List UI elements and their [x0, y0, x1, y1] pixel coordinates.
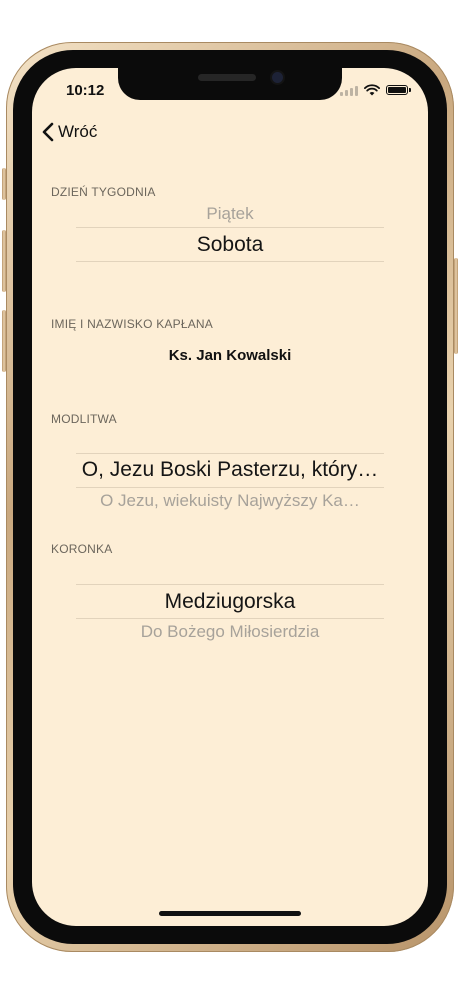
prayer-option-selected[interactable]: O, Jezu Boski Pasterzu, który… — [76, 458, 384, 482]
picker-divider — [76, 487, 384, 488]
chaplet-option-below[interactable]: Do Bożego Miłosierdzia — [76, 622, 384, 642]
day-option-above[interactable]: Piątek — [76, 204, 384, 224]
status-icons — [340, 84, 411, 96]
prayer-picker[interactable]: O, Jezu Boski Pasterzu, który… O Jezu, w… — [76, 453, 384, 513]
priest-name-label: IMIĘ I NAZWISKO KAPŁANA — [51, 317, 213, 331]
status-time: 10:12 — [66, 82, 105, 99]
day-of-week-label: DZIEŃ TYGODNIA — [51, 185, 156, 199]
volume-down-button — [2, 310, 6, 372]
speaker-grille — [198, 74, 256, 81]
chaplet-label: KORONKA — [51, 542, 113, 556]
picker-divider — [76, 618, 384, 619]
chaplet-picker[interactable]: Medziugorska Do Bożego Miłosierdzia — [76, 584, 384, 644]
battery-icon — [386, 85, 411, 95]
notch — [118, 68, 342, 100]
app-screen: 10:12 Wróć DZIEŃ TYGODNIA Piątek Sobota … — [32, 68, 428, 926]
front-camera — [272, 72, 283, 83]
back-label: Wróć — [58, 122, 98, 141]
picker-divider — [76, 584, 384, 585]
picker-divider — [76, 227, 384, 228]
day-option-selected[interactable]: Sobota — [76, 233, 384, 257]
mute-switch — [2, 168, 6, 200]
picker-divider — [76, 261, 384, 262]
power-button — [454, 258, 458, 354]
wifi-icon — [364, 84, 380, 96]
picker-divider — [76, 453, 384, 454]
back-button[interactable]: Wróć — [42, 122, 97, 142]
home-indicator[interactable] — [159, 911, 301, 916]
cellular-signal-icon — [340, 85, 358, 96]
day-of-week-picker[interactable]: Piątek Sobota — [76, 204, 384, 264]
prayer-option-below[interactable]: O Jezu, wiekuisty Najwyższy Ka… — [76, 491, 384, 511]
chaplet-option-selected[interactable]: Medziugorska — [76, 590, 384, 614]
volume-up-button — [2, 230, 6, 292]
chevron-left-icon — [42, 122, 54, 142]
priest-name-value: Ks. Jan Kowalski — [168, 347, 292, 364]
prayer-label: MODLITWA — [51, 412, 117, 426]
